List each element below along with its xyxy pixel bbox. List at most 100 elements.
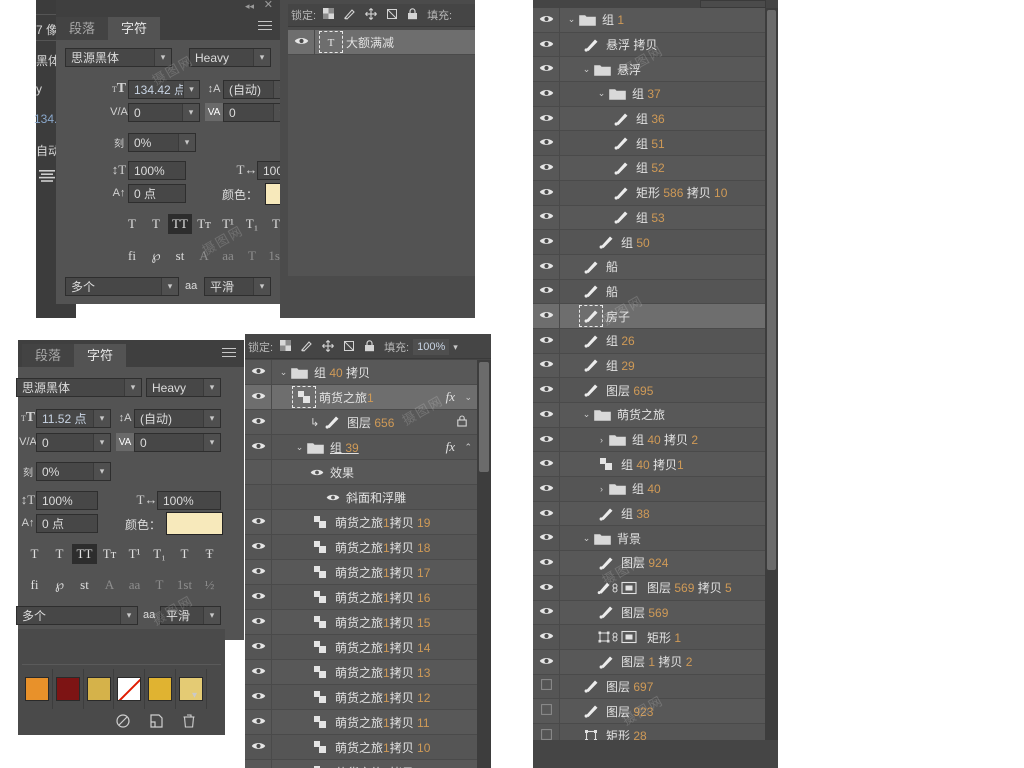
layer-visibility-toggle[interactable] bbox=[533, 230, 560, 254]
language-select[interactable]: 多个 ▾ bbox=[65, 277, 179, 296]
layer-row[interactable]: 萌货之旅1拷贝 12 bbox=[245, 685, 477, 710]
eye-visible-icon[interactable] bbox=[251, 440, 266, 454]
layer-row[interactable]: ⌄ 组 1 bbox=[533, 8, 765, 33]
eye-visible-icon[interactable] bbox=[251, 415, 266, 429]
scrollbar-thumb[interactable] bbox=[479, 362, 489, 472]
layer-row[interactable]: 组 36 bbox=[533, 106, 765, 132]
layer-row[interactable]: › 组 40 拷贝 2 bbox=[533, 427, 765, 453]
layer-visibility-toggle[interactable] bbox=[533, 526, 560, 551]
style-gold-rough-swatch[interactable] bbox=[84, 669, 115, 709]
tab-character[interactable]: 字符 bbox=[108, 17, 161, 40]
eye-hidden-icon[interactable] bbox=[540, 679, 552, 693]
kerning-input[interactable]: 0 ▾ bbox=[128, 103, 200, 122]
layer-visibility-toggle[interactable] bbox=[533, 427, 560, 452]
layer-row[interactable]: 矩形 586 拷贝 10 bbox=[533, 180, 765, 206]
bottom-layers-scrollbar[interactable] bbox=[477, 360, 491, 768]
chevron-down-icon[interactable]: ▾ bbox=[124, 379, 141, 396]
chevron-down-icon[interactable]: ▾ bbox=[182, 104, 199, 121]
chevron-down-icon[interactable]: ▾ bbox=[182, 81, 199, 98]
tab-paragraph[interactable]: 段落 bbox=[22, 344, 75, 367]
right-panel-top-control[interactable] bbox=[700, 0, 766, 8]
layer-effects-fx-icon[interactable]: fx bbox=[446, 389, 455, 405]
layer-row[interactable]: 萌货之旅1 fx ⌄ bbox=[245, 385, 477, 410]
layer-visibility-toggle[interactable] bbox=[245, 460, 272, 484]
layer-visibility-toggle[interactable] bbox=[245, 485, 272, 509]
layer-visibility-toggle[interactable] bbox=[533, 82, 560, 106]
superscript-toggle[interactable]: T¹ bbox=[122, 544, 147, 564]
layer-visibility-toggle[interactable] bbox=[533, 131, 560, 156]
language-select[interactable]: 多个 ▾ bbox=[16, 606, 138, 625]
chevron-down-icon[interactable]: ⌄ bbox=[294, 442, 305, 453]
tsume-input[interactable]: 0% ▾ bbox=[128, 133, 196, 152]
style-dark-red-swatch[interactable] bbox=[53, 669, 84, 709]
chevron-down-icon[interactable]: ▾ bbox=[203, 434, 220, 451]
close-icon[interactable]: ✕ bbox=[264, 0, 273, 11]
eye-hidden-icon[interactable] bbox=[540, 728, 552, 740]
chevron-down-icon[interactable]: ⌄ bbox=[464, 392, 472, 403]
layer-visibility-toggle[interactable] bbox=[533, 328, 560, 353]
eye-visible-icon[interactable] bbox=[251, 565, 266, 579]
layer-row[interactable]: 矩形 28 bbox=[533, 723, 765, 740]
layer-visibility-toggle[interactable] bbox=[533, 353, 560, 378]
eye-visible-icon[interactable] bbox=[539, 210, 554, 224]
layer-row[interactable]: ⌄ 萌货之旅 bbox=[533, 403, 765, 428]
chevron-down-icon[interactable]: ▾ bbox=[203, 379, 220, 396]
chevron-up-icon[interactable]: ⌃ bbox=[464, 442, 472, 453]
layer-visibility-toggle[interactable] bbox=[533, 205, 560, 230]
eye-visible-icon[interactable] bbox=[251, 615, 266, 629]
eye-visible-icon[interactable] bbox=[251, 365, 266, 379]
lock-transparency-icon[interactable] bbox=[280, 340, 292, 354]
eye-visible-icon[interactable] bbox=[539, 358, 554, 372]
eye-visible-icon[interactable] bbox=[294, 35, 309, 49]
layer-visibility-toggle[interactable] bbox=[533, 551, 560, 575]
eye-visible-icon[interactable] bbox=[539, 38, 554, 52]
layer-visibility-toggle[interactable] bbox=[533, 254, 560, 279]
chevron-down-icon[interactable]: ▾ bbox=[161, 278, 178, 295]
chevron-right-icon[interactable]: › bbox=[596, 484, 607, 494]
effect-eye-icon[interactable] bbox=[310, 468, 324, 477]
eye-visible-icon[interactable] bbox=[539, 581, 554, 595]
layer-row[interactable]: 图层 695 bbox=[533, 378, 765, 403]
standard-ligatures-toggle[interactable]: fi bbox=[120, 246, 144, 266]
panel-menu-icon[interactable] bbox=[222, 348, 236, 358]
titling-alternates-toggle[interactable]: T bbox=[147, 575, 172, 595]
layer-row[interactable]: 萌货之旅1拷贝 17 bbox=[245, 560, 477, 585]
font-family-input[interactable]: 思源黑体 ▾ bbox=[16, 378, 142, 397]
text-color-swatch[interactable] bbox=[166, 512, 223, 535]
eye-visible-icon[interactable] bbox=[539, 556, 554, 570]
chevron-down-icon[interactable]: ⌄ bbox=[581, 64, 592, 75]
tab-character[interactable]: 字符 bbox=[74, 344, 127, 367]
horizontal-scale-input[interactable]: 100% bbox=[157, 491, 221, 510]
discretionary-ligatures-toggle[interactable]: ℘ bbox=[47, 575, 72, 595]
layer-visibility-toggle[interactable] bbox=[533, 674, 560, 699]
eye-visible-icon[interactable] bbox=[539, 87, 554, 101]
eye-visible-icon[interactable] bbox=[539, 13, 554, 27]
layer-row[interactable]: ⌄ 组 37 bbox=[533, 82, 765, 107]
layer-visibility-toggle[interactable] bbox=[533, 723, 560, 740]
layer-visibility-toggle[interactable] bbox=[245, 360, 272, 384]
chevron-right-icon[interactable]: › bbox=[596, 435, 607, 445]
lock-transparency-icon[interactable] bbox=[323, 8, 335, 22]
layer-row[interactable]: 萌货之旅1拷贝 15 bbox=[245, 610, 477, 635]
subscript-toggle[interactable]: T₁ bbox=[240, 214, 264, 234]
layer-visibility-toggle[interactable] bbox=[245, 710, 272, 734]
eye-visible-icon[interactable] bbox=[539, 112, 554, 126]
eye-visible-icon[interactable] bbox=[539, 457, 554, 471]
chevron-down-icon[interactable]: ⌄ bbox=[566, 14, 577, 25]
stylistic-alternates-toggle[interactable]: aa bbox=[216, 246, 240, 266]
layer-visibility-toggle[interactable] bbox=[533, 699, 560, 723]
layer-visibility-toggle[interactable] bbox=[533, 304, 560, 328]
eye-visible-icon[interactable] bbox=[251, 690, 266, 704]
layer-visibility-toggle[interactable] bbox=[533, 156, 560, 180]
eye-visible-icon[interactable] bbox=[251, 515, 266, 529]
lock-position-icon[interactable] bbox=[322, 339, 334, 355]
fractions-toggle[interactable]: ½ bbox=[197, 575, 222, 595]
eye-visible-icon[interactable] bbox=[251, 540, 266, 554]
baseline-shift-input[interactable]: 0 点 bbox=[36, 514, 98, 533]
chevron-down-icon[interactable]: ▾ bbox=[93, 463, 110, 480]
chevron-down-icon[interactable]: ▾ bbox=[253, 278, 270, 295]
layer-row[interactable]: 图层 697 bbox=[533, 674, 765, 700]
chevron-down-icon[interactable]: ⌄ bbox=[581, 533, 592, 544]
chevron-down-icon[interactable]: ⌄ bbox=[581, 409, 592, 420]
faux-italic-toggle[interactable]: T bbox=[144, 214, 168, 234]
